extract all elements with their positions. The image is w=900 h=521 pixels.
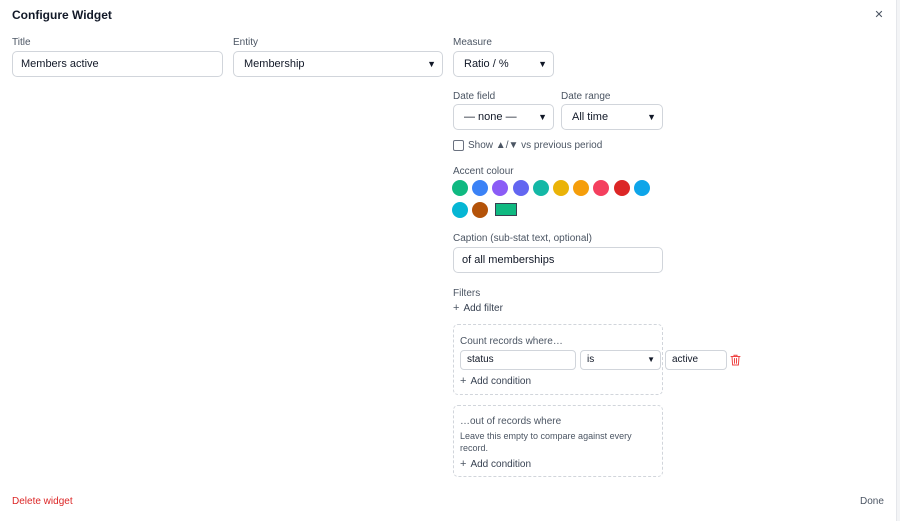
add-condition-button[interactable]: + Add condition xyxy=(460,375,531,387)
filters-label: Filters xyxy=(453,288,481,299)
chevron-down-icon: ▼ xyxy=(538,59,547,69)
delete-widget-button[interactable]: Delete widget xyxy=(12,496,73,507)
title-label: Title xyxy=(12,37,31,48)
plus-icon: + xyxy=(460,375,467,387)
entity-label: Entity xyxy=(233,37,259,48)
accent-swatch[interactable] xyxy=(512,180,529,196)
date-range-select[interactable]: All time ▼ xyxy=(561,104,663,130)
accent-swatch[interactable] xyxy=(472,202,489,218)
compare-checkbox[interactable] xyxy=(453,140,464,151)
condition-operator-value: is xyxy=(587,354,595,365)
accent-swatch[interactable] xyxy=(613,180,630,196)
condition-field-input[interactable]: status xyxy=(460,350,576,370)
accent-swatch[interactable] xyxy=(593,180,610,196)
out-of-records-title: …out of records where xyxy=(460,416,562,427)
date-field-label: Date field xyxy=(453,91,496,102)
count-records-title: Count records where… xyxy=(460,336,563,347)
measure-select-value: Ratio / % xyxy=(464,58,509,70)
caption-input[interactable]: of all memberships xyxy=(453,247,663,273)
add-filter-button[interactable]: + Add filter xyxy=(453,302,503,314)
add-condition-label: Add condition xyxy=(470,376,532,387)
caption-label: Caption (sub-stat text, optional) xyxy=(453,233,592,244)
done-button[interactable]: Done xyxy=(860,496,884,507)
add-condition-button-2[interactable]: + Add condition xyxy=(460,458,531,470)
chevron-down-icon: ▼ xyxy=(538,112,547,122)
accent-swatch[interactable] xyxy=(573,180,590,196)
accent-swatch[interactable] xyxy=(553,180,569,196)
date-range-label: Date range xyxy=(561,91,611,102)
plus-icon: + xyxy=(460,458,467,470)
close-icon[interactable]: ✕ xyxy=(872,8,886,22)
chevron-down-icon: ▼ xyxy=(647,112,656,122)
condition-value-input[interactable]: active xyxy=(665,350,727,370)
accent-swatch[interactable] xyxy=(633,180,650,196)
out-of-records-hint: Leave this empty to compare against ever… xyxy=(460,431,632,453)
chevron-down-icon: ▼ xyxy=(427,59,436,69)
add-filter-label: Add filter xyxy=(463,303,503,314)
entity-select-value: Membership xyxy=(244,58,305,70)
trash-icon[interactable] xyxy=(730,354,741,366)
entity-select[interactable]: Membership ▼ xyxy=(233,51,443,77)
compare-label: Show ▲/▼ vs previous period xyxy=(468,140,603,151)
title-input[interactable]: Members active xyxy=(12,51,223,77)
plus-icon: + xyxy=(453,302,460,314)
add-condition-label: Add condition xyxy=(470,459,532,470)
accent-swatch[interactable] xyxy=(452,202,468,218)
accent-swatch[interactable] xyxy=(492,180,509,196)
accent-swatch[interactable] xyxy=(532,180,549,196)
configure-widget-dialog: Configure Widget ✕ Title Members active … xyxy=(0,0,897,521)
dialog-title: Configure Widget xyxy=(12,8,112,22)
date-range-select-value: All time xyxy=(572,111,609,123)
accent-colour-label: Accent colour xyxy=(453,166,514,177)
measure-select[interactable]: Ratio / % ▼ xyxy=(453,51,554,77)
date-field-select[interactable]: — none — ▼ xyxy=(453,104,554,130)
selected-accent-swatch[interactable] xyxy=(495,203,517,216)
condition-operator-select[interactable]: is ▼ xyxy=(580,350,661,370)
chevron-down-icon: ▼ xyxy=(647,355,655,364)
accent-swatch[interactable] xyxy=(472,180,489,196)
accent-swatch[interactable] xyxy=(452,180,468,196)
measure-label: Measure xyxy=(453,37,492,48)
date-field-select-value: — none — xyxy=(464,111,517,123)
